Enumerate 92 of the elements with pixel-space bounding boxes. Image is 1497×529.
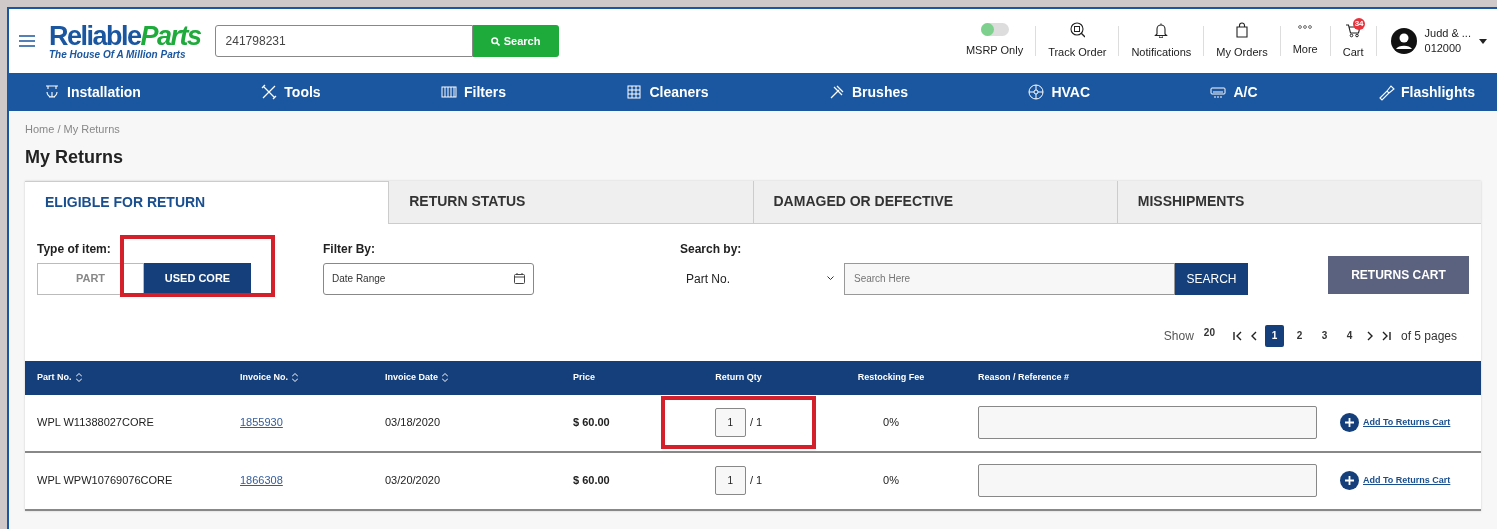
page-button[interactable]: 1	[1264, 324, 1284, 347]
date-range-field[interactable]: Date Range	[323, 262, 534, 295]
cart-icon	[1345, 21, 1362, 38]
tab[interactable]: ELIGIBLE FOR RETURN	[25, 180, 389, 224]
faucet-icon	[43, 83, 61, 101]
toggle-label: MSRP Only	[965, 43, 1024, 59]
plus-icon	[1340, 471, 1359, 490]
category-link[interactable]: Filters	[434, 80, 513, 104]
category-link[interactable]: A/C	[1203, 80, 1264, 104]
column-header[interactable]: Invoice Date	[373, 360, 561, 395]
reason-field[interactable]	[978, 406, 1317, 439]
quantity-max: / 1	[749, 473, 763, 489]
more-icon	[1298, 24, 1313, 29]
invoice-link[interactable]: 1855930	[240, 414, 283, 431]
table-cell-text: 0%	[883, 473, 899, 489]
header-link[interactable]: More	[1280, 24, 1330, 58]
shopping-bag-icon	[1234, 21, 1250, 38]
notification-icon	[1153, 21, 1170, 38]
logo-text: Parts	[140, 22, 201, 50]
filter-label: Type of item:	[37, 240, 112, 258]
page-button[interactable]: 4	[1339, 324, 1359, 347]
page-size-select[interactable]: 20	[1199, 324, 1219, 347]
calendar-icon	[514, 273, 525, 284]
grid-icon	[625, 83, 644, 101]
tab[interactable]: RETURN STATUS	[388, 180, 753, 224]
table-cell-text: 03/18/2020	[385, 415, 441, 431]
page-button[interactable]: 3	[1314, 324, 1334, 347]
table-cell-text: WPL WPW10769076CORE	[37, 473, 173, 489]
user-avatar-icon[interactable]	[1390, 28, 1417, 54]
plus-icon	[1340, 413, 1359, 432]
placeholder-text: Date Range	[332, 272, 386, 286]
show-label: Show	[1163, 327, 1194, 345]
table-cell-text: WPL W11388027CORE	[37, 415, 154, 431]
column-header: Return Qty	[714, 370, 763, 384]
search-field[interactable]: 241798231	[214, 25, 473, 57]
toggle-switch[interactable]	[980, 23, 1009, 37]
table-cell-text: $ 60.00	[573, 473, 610, 489]
toggle-knob[interactable]	[980, 23, 994, 37]
column-header: Reason / Reference #	[977, 370, 1071, 384]
header-link[interactable]: Notifications	[1119, 21, 1204, 61]
add-to-cart-link[interactable]: Add To Returns Cart	[1340, 413, 1451, 432]
logo-text: Reliable	[49, 22, 141, 50]
category-link[interactable]: HVAC	[1021, 80, 1097, 104]
menu-icon[interactable]	[19, 35, 35, 47]
caret-down-icon[interactable]	[1479, 38, 1487, 44]
flashlight-icon	[1377, 83, 1395, 101]
table-cell-text: $ 60.00	[573, 415, 610, 431]
last-page-icon[interactable]	[1380, 330, 1391, 341]
header-link[interactable]: Track Order	[1036, 21, 1119, 61]
tools-icon	[260, 83, 279, 101]
category-link[interactable]: Flashlights	[1371, 80, 1481, 104]
invoice-link[interactable]: 1866308	[240, 472, 283, 489]
add-to-cart-link[interactable]: Add To Returns Cart	[1340, 471, 1451, 490]
tab[interactable]: DAMAGED OR DEFECTIVE	[752, 180, 1117, 224]
cart-count-badge: 34	[1353, 17, 1366, 30]
column-header: Restocking Fee	[856, 370, 926, 384]
type-toggle-button[interactable]: USED CORE	[144, 262, 251, 295]
filter-icon	[440, 83, 458, 101]
category-link[interactable]: Cleaners	[619, 80, 715, 104]
reason-field[interactable]	[978, 464, 1317, 497]
quantity-field[interactable]: 1	[714, 408, 746, 437]
account-number: 012000	[1424, 41, 1463, 56]
page-button[interactable]: 2	[1289, 324, 1309, 347]
page-count: of 5 pages	[1400, 327, 1457, 345]
returns-cart-button[interactable]: RETURNS CART	[1328, 255, 1469, 294]
fan-icon	[1027, 83, 1046, 101]
chevron-down-icon	[827, 276, 834, 281]
user-name: Judd & ...	[1424, 26, 1471, 41]
column-header[interactable]: Part No.	[25, 360, 228, 395]
page-title: My Returns	[25, 145, 124, 169]
quantity-field[interactable]: 1	[714, 466, 746, 495]
quantity-max: / 1	[749, 415, 763, 431]
filter-label: Filter By:	[323, 240, 376, 258]
category-link[interactable]: Installation	[37, 80, 147, 104]
table-cell-text: 03/20/2020	[385, 473, 441, 489]
column-header: Price	[572, 370, 597, 384]
brush-icon	[828, 83, 846, 101]
table-cell-text: 0%	[883, 415, 899, 431]
tab[interactable]: MISSHIPMENTS	[1116, 180, 1481, 224]
first-page-icon[interactable]	[1232, 330, 1243, 341]
category-link[interactable]: Tools	[254, 80, 327, 104]
type-toggle-button[interactable]: PART	[37, 262, 144, 295]
search-by-select[interactable]: Part No.	[680, 262, 840, 295]
search-icon	[490, 36, 500, 46]
filter-label: Search by:	[680, 240, 743, 258]
search-button[interactable]: SEARCH	[1175, 262, 1248, 295]
category-link[interactable]: Brushes	[822, 80, 915, 104]
column-header[interactable]: Invoice No.	[228, 360, 373, 395]
header-link[interactable]: My Orders	[1204, 21, 1280, 61]
track-order-icon	[1069, 21, 1086, 38]
logo-tagline: The House Of A Million Parts	[49, 49, 187, 60]
search-field[interactable]: Search Here	[844, 262, 1175, 295]
